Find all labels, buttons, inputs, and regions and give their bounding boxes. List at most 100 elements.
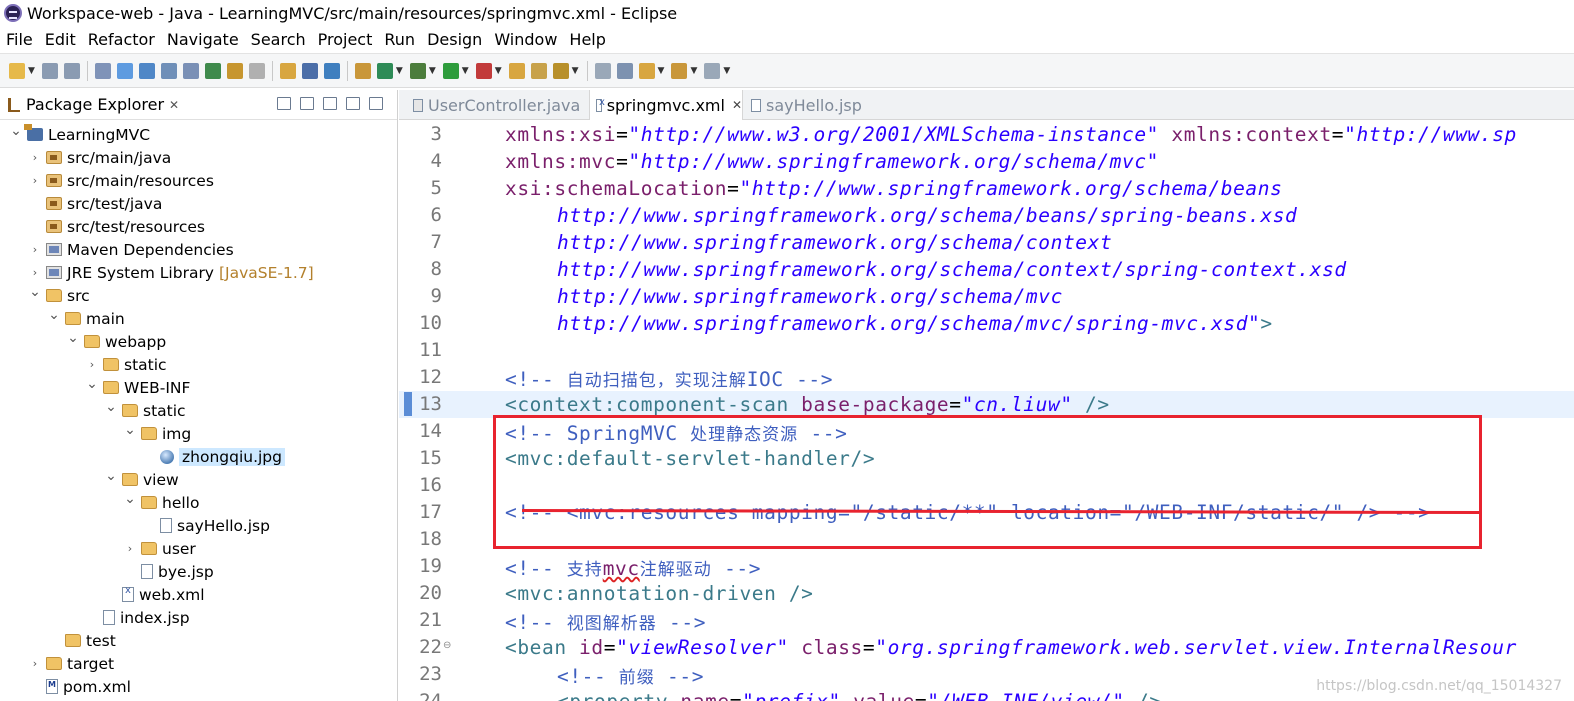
outline-icon[interactable]: [138, 62, 155, 79]
menu-navigate[interactable]: Navigate: [167, 30, 239, 49]
tree-item[interactable]: › src/main/java: [29, 146, 171, 169]
breakpoint-icon[interactable]: [323, 62, 340, 79]
next-annotation-icon[interactable]: [616, 62, 633, 79]
open-task-icon[interactable]: [530, 62, 547, 79]
dropdown-arrow-icon[interactable]: ▼: [28, 66, 35, 76]
menu-refactor[interactable]: Refactor: [88, 30, 155, 49]
declaration-icon[interactable]: [182, 62, 199, 79]
type-hierarchy-icon[interactable]: [204, 62, 221, 79]
code-line[interactable]: 10 http://www.springframework.org/schema/…: [399, 310, 1574, 337]
back-icon[interactable]: [671, 62, 688, 79]
xml-editor[interactable]: 3 xmlns:xsi="http://www.w3.org/2001/XMLSc…: [399, 121, 1574, 701]
menu-project[interactable]: Project: [318, 30, 373, 49]
code-line[interactable]: 11: [399, 337, 1574, 364]
tree-item[interactable]: ⌄ src: [29, 284, 90, 307]
expanded-chevron-icon[interactable]: ⌄: [10, 123, 22, 139]
minimize-icon[interactable]: [346, 97, 360, 110]
tree-item[interactable]: ⌄ img: [124, 422, 191, 445]
tree-item[interactable]: › src/main/resources: [29, 169, 214, 192]
menu-edit[interactable]: Edit: [45, 30, 76, 49]
tree-item[interactable]: › target: [29, 652, 114, 675]
external-tools-icon[interactable]: [475, 62, 492, 79]
annotation-icon[interactable]: [594, 62, 611, 79]
dropdown-arrow-icon[interactable]: ▼: [658, 66, 665, 76]
code-line[interactable]: 18: [399, 526, 1574, 553]
collapsed-chevron-icon[interactable]: ›: [29, 266, 41, 279]
last-edit-icon[interactable]: [638, 62, 655, 79]
code-line[interactable]: 12 <!-- 自动扫描包，实现注解IOC -->: [399, 364, 1574, 391]
editor-tab[interactable]: UserController.java: [407, 90, 587, 120]
code-line[interactable]: 22 ⊖ <bean id="viewResolver" class="org.sp…: [399, 634, 1574, 661]
link-with-editor-icon[interactable]: [300, 97, 314, 110]
code-line[interactable]: 8 http://www.springframework.org/schema/c…: [399, 256, 1574, 283]
javadoc-icon[interactable]: [160, 62, 177, 79]
tree-item[interactable]: test: [48, 629, 116, 652]
tree-item[interactable]: ⌄ static: [105, 399, 185, 422]
dropdown-arrow-icon[interactable]: ▼: [495, 66, 502, 76]
pin-icon[interactable]: [552, 62, 569, 79]
search-icon[interactable]: [226, 62, 243, 79]
expanded-chevron-icon[interactable]: ⌄: [29, 284, 41, 300]
tree-item[interactable]: src/test/java: [29, 192, 162, 215]
debug-icon[interactable]: [409, 62, 426, 79]
expanded-chevron-icon[interactable]: ⌄: [124, 422, 136, 438]
dropdown-arrow-icon[interactable]: ▼: [572, 66, 579, 76]
menu-run[interactable]: Run: [384, 30, 415, 49]
package-icon[interactable]: [354, 62, 371, 79]
save-icon[interactable]: [41, 62, 58, 79]
tree-item[interactable]: › JRE System Library [JavaSE-1.7]: [29, 261, 314, 284]
menu-design[interactable]: Design: [427, 30, 482, 49]
code-line[interactable]: 16: [399, 472, 1574, 499]
collapsed-chevron-icon[interactable]: ›: [29, 243, 41, 256]
collapsed-chevron-icon[interactable]: ›: [86, 358, 98, 371]
tree-item[interactable]: index.jsp: [86, 606, 190, 629]
code-line[interactable]: 5 xsi:schemaLocation="http://www.springfr…: [399, 175, 1574, 202]
editor-tab[interactable]: springmvc.xml ✕: [589, 90, 743, 120]
console-icon[interactable]: [301, 62, 318, 79]
collapse-all-icon[interactable]: [277, 97, 291, 110]
tree-item[interactable]: ⌄ WEB-INF: [86, 376, 190, 399]
view-menu-icon[interactable]: [323, 97, 337, 110]
expanded-chevron-icon[interactable]: ⌄: [48, 307, 60, 323]
new-icon[interactable]: [9, 62, 25, 79]
tree-item[interactable]: › Maven Dependencies: [29, 238, 234, 261]
menu-help[interactable]: Help: [569, 30, 605, 49]
code-line[interactable]: 3 xmlns:xsi="http://www.w3.org/2001/XMLSc…: [399, 121, 1574, 148]
tree-item[interactable]: ⌄ hello: [124, 491, 199, 514]
dropdown-arrow-icon[interactable]: ▼: [723, 66, 730, 76]
tree-item[interactable]: ⌄ webapp: [67, 330, 166, 353]
expanded-chevron-icon[interactable]: ⌄: [105, 468, 117, 484]
maximize-icon[interactable]: [369, 97, 383, 110]
tree-item[interactable]: bye.jsp: [124, 560, 214, 583]
code-line[interactable]: 13 <context:component-scan base-package="…: [399, 391, 1574, 418]
code-line[interactable]: 14 <!-- SpringMVC 处理静态资源 -->: [399, 418, 1574, 445]
tree-item[interactable]: ⌄ main: [48, 307, 125, 330]
link-icon[interactable]: [116, 62, 133, 79]
code-line[interactable]: 4 xmlns:mvc="http://www.springframework.o…: [399, 148, 1574, 175]
code-line[interactable]: 15 <mvc:default-servlet-handler/>: [399, 445, 1574, 472]
save-all-icon[interactable]: [63, 62, 80, 79]
collapsed-chevron-icon[interactable]: ›: [124, 542, 136, 555]
expanded-chevron-icon[interactable]: ⌄: [86, 376, 98, 392]
code-line[interactable]: 19 <!-- 支持mvc注解驱动 -->: [399, 553, 1574, 580]
collapsed-chevron-icon[interactable]: ›: [29, 657, 41, 670]
open-folder-icon[interactable]: [508, 62, 525, 79]
close-view-icon[interactable]: ✕: [169, 98, 179, 112]
expanded-chevron-icon[interactable]: ⌄: [124, 491, 136, 507]
code-line[interactable]: 21 <!-- 视图解析器 -->: [399, 607, 1574, 634]
editor-tab[interactable]: sayHello.jsp: [745, 90, 875, 120]
tree-item[interactable]: › user: [124, 537, 196, 560]
tree-item[interactable]: web.xml: [105, 583, 205, 606]
collapsed-chevron-icon[interactable]: ›: [29, 151, 41, 164]
tree-item[interactable]: src/test/resources: [29, 215, 205, 238]
collapsed-chevron-icon[interactable]: ›: [29, 174, 41, 187]
tree-item[interactable]: ⌄ view: [105, 468, 179, 491]
open-resource-icon[interactable]: [279, 62, 296, 79]
fold-toggle-icon[interactable]: ⊖: [443, 640, 451, 651]
print-icon[interactable]: [248, 62, 265, 79]
tree-item[interactable]: sayHello.jsp: [143, 514, 270, 537]
tree-item[interactable]: › static: [86, 353, 167, 376]
close-tab-icon[interactable]: ✕: [732, 98, 742, 112]
tree-item[interactable]: pom.xml: [29, 675, 131, 698]
forward-icon[interactable]: [704, 62, 721, 79]
